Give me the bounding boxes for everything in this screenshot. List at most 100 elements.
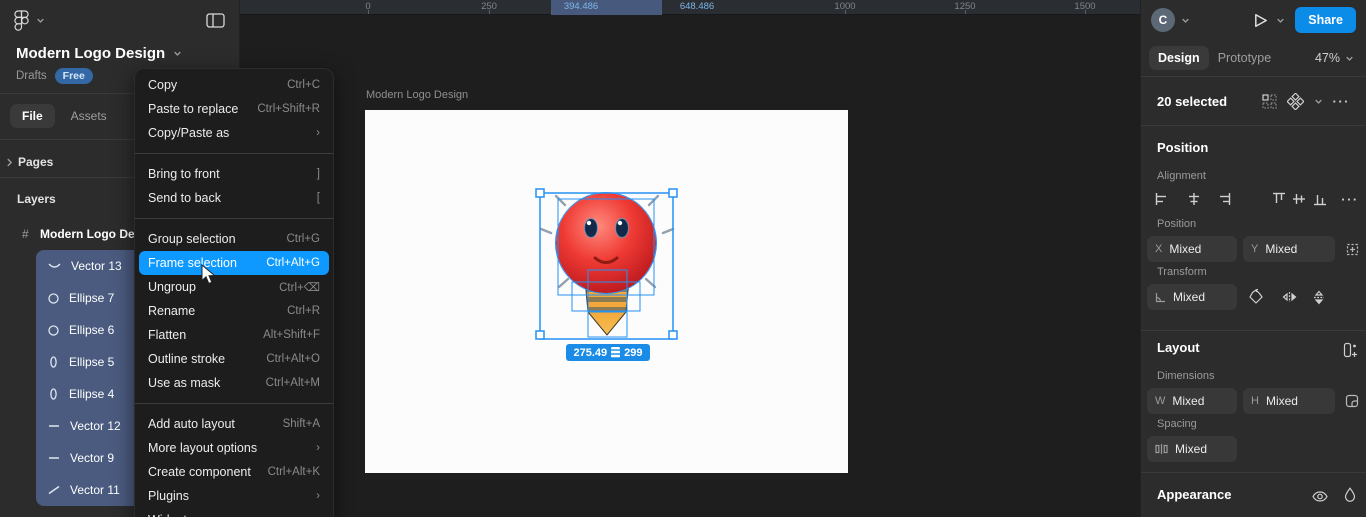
menu-item-widgets[interactable]: Widgets› [139, 508, 329, 517]
menu-item-frame-selection[interactable]: Frame selection Ctrl+Alt+G [139, 251, 329, 275]
selection-count: 20 selected [1157, 93, 1228, 109]
align-horizontal-center-button[interactable] [1183, 188, 1205, 210]
y-field-label: Y [1251, 243, 1259, 255]
w-field-value: Mixed [1172, 394, 1205, 408]
logo-red-ball [556, 193, 656, 293]
menu-item-shortcut: Ctrl+C [287, 79, 320, 91]
menu-item-paste-to-replace[interactable]: Paste to replace Ctrl+Shift+R [139, 97, 329, 121]
layout-section-title: Layout [1157, 340, 1200, 355]
menu-item-rename[interactable]: Rename Ctrl+R [139, 299, 329, 323]
position-label: Position [1157, 218, 1197, 230]
menu-item-copy-paste-as[interactable]: Copy/Paste as › [139, 121, 329, 145]
frame-title-label[interactable]: Modern Logo Design [366, 89, 468, 101]
menu-item-send-to-back[interactable]: Send to back [ [139, 186, 329, 210]
more-options-icon[interactable]: ··· [1333, 94, 1351, 109]
appearance-section: Appearance [1141, 472, 1366, 517]
horizontal-line-icon [49, 457, 59, 459]
gap-icon [1155, 444, 1168, 454]
menu-item-more-layout-options[interactable]: More layout options › [139, 436, 329, 460]
menu-item-label: Outline stroke [148, 352, 226, 366]
align-right-button[interactable] [1213, 188, 1235, 210]
align-left-button[interactable] [1151, 188, 1173, 210]
visibility-eye-icon[interactable] [1309, 485, 1331, 507]
constrain-proportions-button[interactable] [1341, 390, 1363, 412]
menu-item-add-auto-layout[interactable]: Add auto layout Shift+A [139, 412, 329, 436]
menu-item-use-as-mask[interactable]: Use as mask Ctrl+Alt+M [139, 371, 329, 395]
chevron-down-icon[interactable] [1314, 97, 1323, 106]
menu-item-shortcut: Ctrl+Alt+G [266, 257, 320, 269]
user-avatar[interactable]: C [1151, 8, 1175, 32]
menu-item-plugins[interactable]: Plugins › [139, 484, 329, 508]
logo-artwork-with-selection[interactable] [531, 181, 683, 365]
file-title[interactable]: Modern Logo Design [16, 45, 165, 62]
figma-app: 0 250 394.486 648.486 1000 1250 1500 Mod… [0, 0, 1366, 517]
add-auto-layout-button[interactable] [1339, 339, 1361, 361]
x-field-value: Mixed [1169, 242, 1202, 256]
align-bottom-button[interactable] [1309, 188, 1331, 210]
zoom-control[interactable]: 47% [1315, 51, 1358, 65]
alignment-more-options-icon[interactable]: ··· [1339, 188, 1361, 210]
ruler-tick-selection-end: 648.486 [679, 1, 715, 12]
spacing-label: Spacing [1157, 418, 1197, 430]
position-section: Position Alignment ··· Position X Mixed … [1141, 126, 1366, 330]
pages-label: Pages [18, 155, 54, 169]
figma-logo-icon[interactable] [14, 9, 29, 31]
transform-label: Transform [1157, 266, 1207, 278]
menu-item-copy[interactable]: Copy Ctrl+C [139, 73, 329, 97]
component-icon[interactable] [1286, 92, 1304, 110]
x-position-field[interactable]: X Mixed [1147, 236, 1237, 262]
dimensions-separator-icon [611, 347, 621, 358]
present-play-icon[interactable] [1254, 13, 1268, 28]
spacing-field[interactable]: Mixed [1147, 436, 1237, 462]
circle-icon [48, 292, 59, 304]
flip-horizontal-button[interactable] [1278, 286, 1300, 308]
rotation-field[interactable]: Mixed [1147, 284, 1237, 310]
dimensions-label: Dimensions [1157, 370, 1215, 382]
submenu-chevron-icon: › [316, 442, 320, 454]
share-button[interactable]: Share [1295, 7, 1356, 33]
menu-item-create-component[interactable]: Create component Ctrl+Alt+K [139, 460, 329, 484]
angle-icon [1155, 292, 1165, 302]
menu-divider [135, 403, 333, 404]
tab-prototype[interactable]: Prototype [1209, 46, 1281, 70]
avatar-chevron-icon[interactable] [1181, 16, 1190, 25]
menu-item-label: Flatten [148, 328, 187, 342]
menu-item-shortcut: Ctrl+Alt+M [265, 377, 320, 389]
menu-item-ungroup[interactable]: Ungroup Ctrl+⌫ [139, 275, 329, 299]
height-field[interactable]: H Mixed [1243, 388, 1335, 414]
menu-item-bring-to-front[interactable]: Bring to front] [139, 162, 329, 186]
menu-item-flatten[interactable]: Flatten Alt+Shift+F [139, 323, 329, 347]
tab-design[interactable]: Design [1149, 46, 1209, 70]
select-matching-layers-icon[interactable] [1261, 93, 1277, 109]
drafts-label: Drafts [16, 70, 47, 82]
toggle-sidebar-icon[interactable] [206, 12, 225, 28]
ruler-tick-selection-start: 394.486 [563, 1, 599, 12]
layer-name: Ellipse 6 [69, 323, 115, 337]
w-field-label: W [1155, 395, 1166, 407]
y-position-field[interactable]: Y Mixed [1243, 236, 1335, 262]
absolute-position-button[interactable] [1341, 238, 1363, 260]
rotate-button[interactable] [1245, 286, 1267, 308]
width-field[interactable]: W Mixed [1147, 388, 1237, 414]
menu-item-outline-stroke[interactable]: Outline stroke Ctrl+Alt+O [139, 347, 329, 371]
right-sidebar: C Share Design Prototype 47% 20 selected… [1140, 0, 1366, 517]
blend-droplet-icon[interactable] [1339, 483, 1361, 505]
chevron-down-icon[interactable] [173, 49, 182, 58]
align-top-button[interactable] [1268, 188, 1290, 210]
play-chevron-icon[interactable] [1276, 16, 1285, 25]
tab-assets[interactable]: Assets [65, 104, 113, 128]
narrow-ellipse-icon [50, 356, 57, 368]
tab-file[interactable]: File [10, 104, 55, 128]
align-vertical-center-button[interactable] [1288, 188, 1310, 210]
flip-vertical-button[interactable] [1308, 286, 1330, 308]
menu-item-shortcut: Ctrl+⌫ [279, 282, 320, 294]
spacing-value: Mixed [1175, 442, 1208, 456]
chevron-down-icon[interactable] [36, 16, 45, 25]
menu-item-label: Frame selection [148, 256, 237, 270]
layer-name: Vector 12 [70, 419, 121, 433]
layer-name: Vector 11 [70, 483, 120, 497]
menu-item-group-selection[interactable]: Group selection Ctrl+G [139, 227, 329, 251]
menu-item-label: Rename [148, 304, 196, 318]
alignment-label: Alignment [1157, 170, 1206, 182]
y-field-value: Mixed [1265, 242, 1298, 256]
